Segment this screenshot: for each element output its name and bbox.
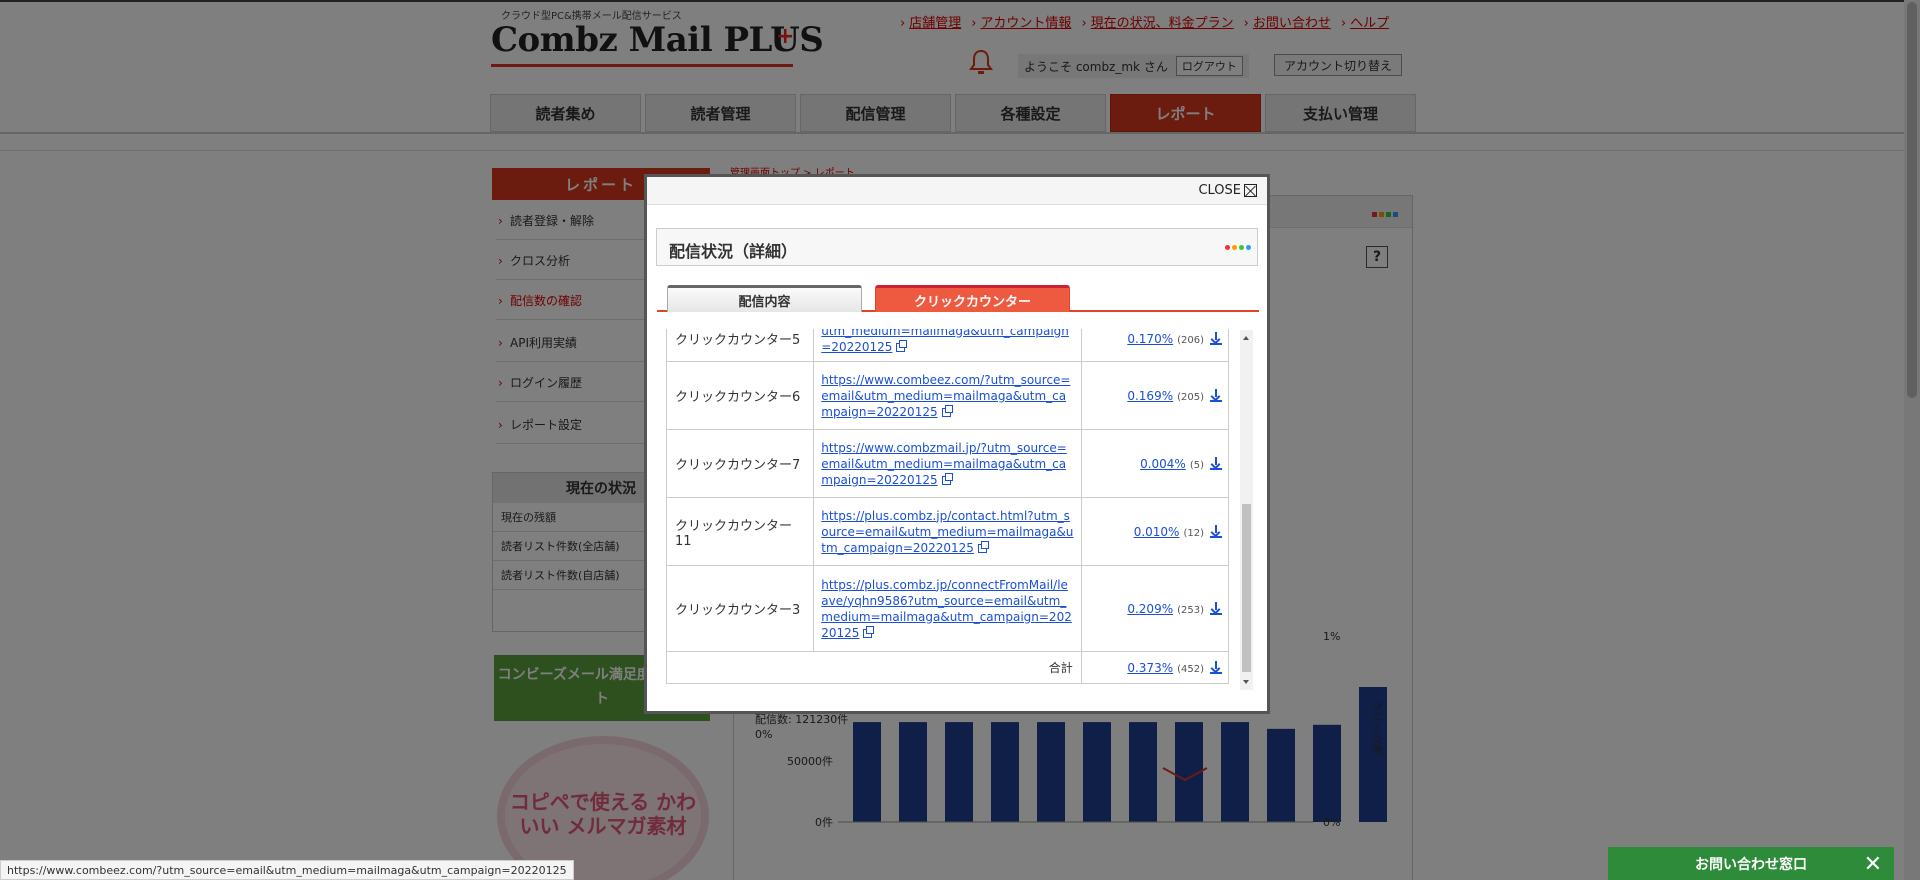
counter-count: (205) xyxy=(1177,391,1204,403)
counter-rate[interactable]: 0.209% xyxy=(1127,602,1173,616)
download-icon[interactable] xyxy=(1210,601,1222,615)
counter-name: クリックカウンター5 xyxy=(666,329,815,362)
close-label: CLOSE xyxy=(1198,183,1241,198)
counter-name: クリックカウンター7 xyxy=(666,429,815,498)
counter-count: (253) xyxy=(1177,604,1204,616)
counter-rate[interactable]: 0.010% xyxy=(1134,525,1180,539)
download-icon[interactable] xyxy=(1210,388,1222,402)
counter-url-text[interactable]: utm_medium=mailmaga&utm_campaign=2022012… xyxy=(821,329,1069,354)
external-link-icon[interactable] xyxy=(863,625,875,638)
contact-bar[interactable]: お問い合わせ窓口 ✕ xyxy=(1608,847,1894,880)
close-button[interactable]: CLOSE xyxy=(1198,183,1257,198)
counter-rate-cell: 0.169% (205) xyxy=(1080,361,1230,430)
counter-rate-cell: 0.170% (206) xyxy=(1080,329,1230,362)
download-icon[interactable] xyxy=(1210,660,1222,674)
tab-delivery-content[interactable]: 配信内容 xyxy=(667,285,862,312)
counter-url[interactable]: https://plus.combz.jp/contact.html?utm_s… xyxy=(813,497,1082,566)
table-row: クリックカウンター6 https://www.combeez.com/?utm_… xyxy=(666,361,1230,430)
tab-click-counter[interactable]: クリックカウンター xyxy=(875,285,1070,312)
close-icon[interactable]: ✕ xyxy=(1864,852,1882,877)
external-link-icon[interactable] xyxy=(941,404,953,417)
download-icon[interactable] xyxy=(1210,456,1222,470)
table-row: クリックカウンター3 https://plus.combz.jp/connect… xyxy=(666,565,1230,652)
table-scroll-thumb[interactable] xyxy=(1242,504,1251,672)
counter-url-text[interactable]: https://plus.combz.jp/connectFromMail/le… xyxy=(821,578,1072,640)
total-label: 合計 xyxy=(666,651,1082,684)
counter-name: クリックカウンター6 xyxy=(666,361,815,430)
counter-rate-cell: 0.004% (5) xyxy=(1080,429,1230,498)
counter-url[interactable]: utm_medium=mailmaga&utm_campaign=2022012… xyxy=(813,329,1082,362)
contact-label: お問い合わせ窓口 xyxy=(1695,856,1807,873)
counter-rate-cell: 0.010% (12) xyxy=(1080,497,1230,566)
section-header: 配信状況（詳細） xyxy=(656,228,1258,266)
delivery-detail-modal: CLOSE 配信状況（詳細） 配信内容 クリックカウンター クリックカウンター5… xyxy=(644,174,1270,714)
scroll-down-icon[interactable] xyxy=(1243,680,1249,684)
total-rate[interactable]: 0.373% xyxy=(1127,661,1173,675)
counter-rate[interactable]: 0.170% xyxy=(1127,332,1173,346)
counter-rate[interactable]: 0.169% xyxy=(1127,389,1173,403)
counter-url[interactable]: https://www.combzmail.jp/?utm_source=ema… xyxy=(813,429,1082,498)
counter-url-text[interactable]: https://plus.combz.jp/contact.html?utm_s… xyxy=(821,509,1073,555)
download-icon[interactable] xyxy=(1210,331,1222,345)
scroll-up-icon[interactable] xyxy=(1243,336,1249,340)
external-link-icon[interactable] xyxy=(977,540,989,553)
counter-url[interactable]: https://www.combeez.com/?utm_source=emai… xyxy=(813,361,1082,430)
dots-icon xyxy=(1225,245,1251,250)
counter-count: (206) xyxy=(1177,334,1204,346)
table-row: クリックカウンター5 utm_medium=mailmaga&utm_campa… xyxy=(666,329,1230,362)
counter-name: クリックカウンター11 xyxy=(666,497,815,566)
external-link-icon[interactable] xyxy=(941,472,953,485)
counter-count: (12) xyxy=(1183,527,1204,539)
counter-name: クリックカウンター3 xyxy=(666,565,815,652)
table-row: クリックカウンター7 https://www.combzmail.jp/?utm… xyxy=(666,429,1230,498)
click-counter-table: クリックカウンター5 utm_medium=mailmaga&utm_campa… xyxy=(666,329,1230,684)
counter-rate-cell: 0.209% (253) xyxy=(1080,565,1230,652)
external-link-icon[interactable] xyxy=(896,339,908,352)
table-row: クリックカウンター11 https://plus.combz.jp/contac… xyxy=(666,497,1230,566)
counter-count: (5) xyxy=(1189,459,1204,471)
table-scrollbar[interactable] xyxy=(1240,330,1253,690)
total-rate-cell: 0.373% (452) xyxy=(1080,651,1230,684)
counter-rate[interactable]: 0.004% xyxy=(1140,457,1186,471)
close-icon xyxy=(1244,184,1257,197)
browser-status-bar: https://www.combeez.com/?utm_source=emai… xyxy=(0,860,574,880)
click-counter-table-wrap[interactable]: クリックカウンター5 utm_medium=mailmaga&utm_campa… xyxy=(666,329,1257,693)
download-icon[interactable] xyxy=(1210,524,1222,538)
total-count: (452) xyxy=(1177,663,1204,675)
section-title: 配信状況（詳細） xyxy=(669,242,798,261)
counter-url[interactable]: https://plus.combz.jp/connectFromMail/le… xyxy=(813,565,1082,652)
tab-bar: 配信内容 クリックカウンター xyxy=(657,285,1259,312)
total-row: 合計 0.373% (452) xyxy=(666,651,1230,684)
modal-topbar: CLOSE xyxy=(647,177,1267,205)
